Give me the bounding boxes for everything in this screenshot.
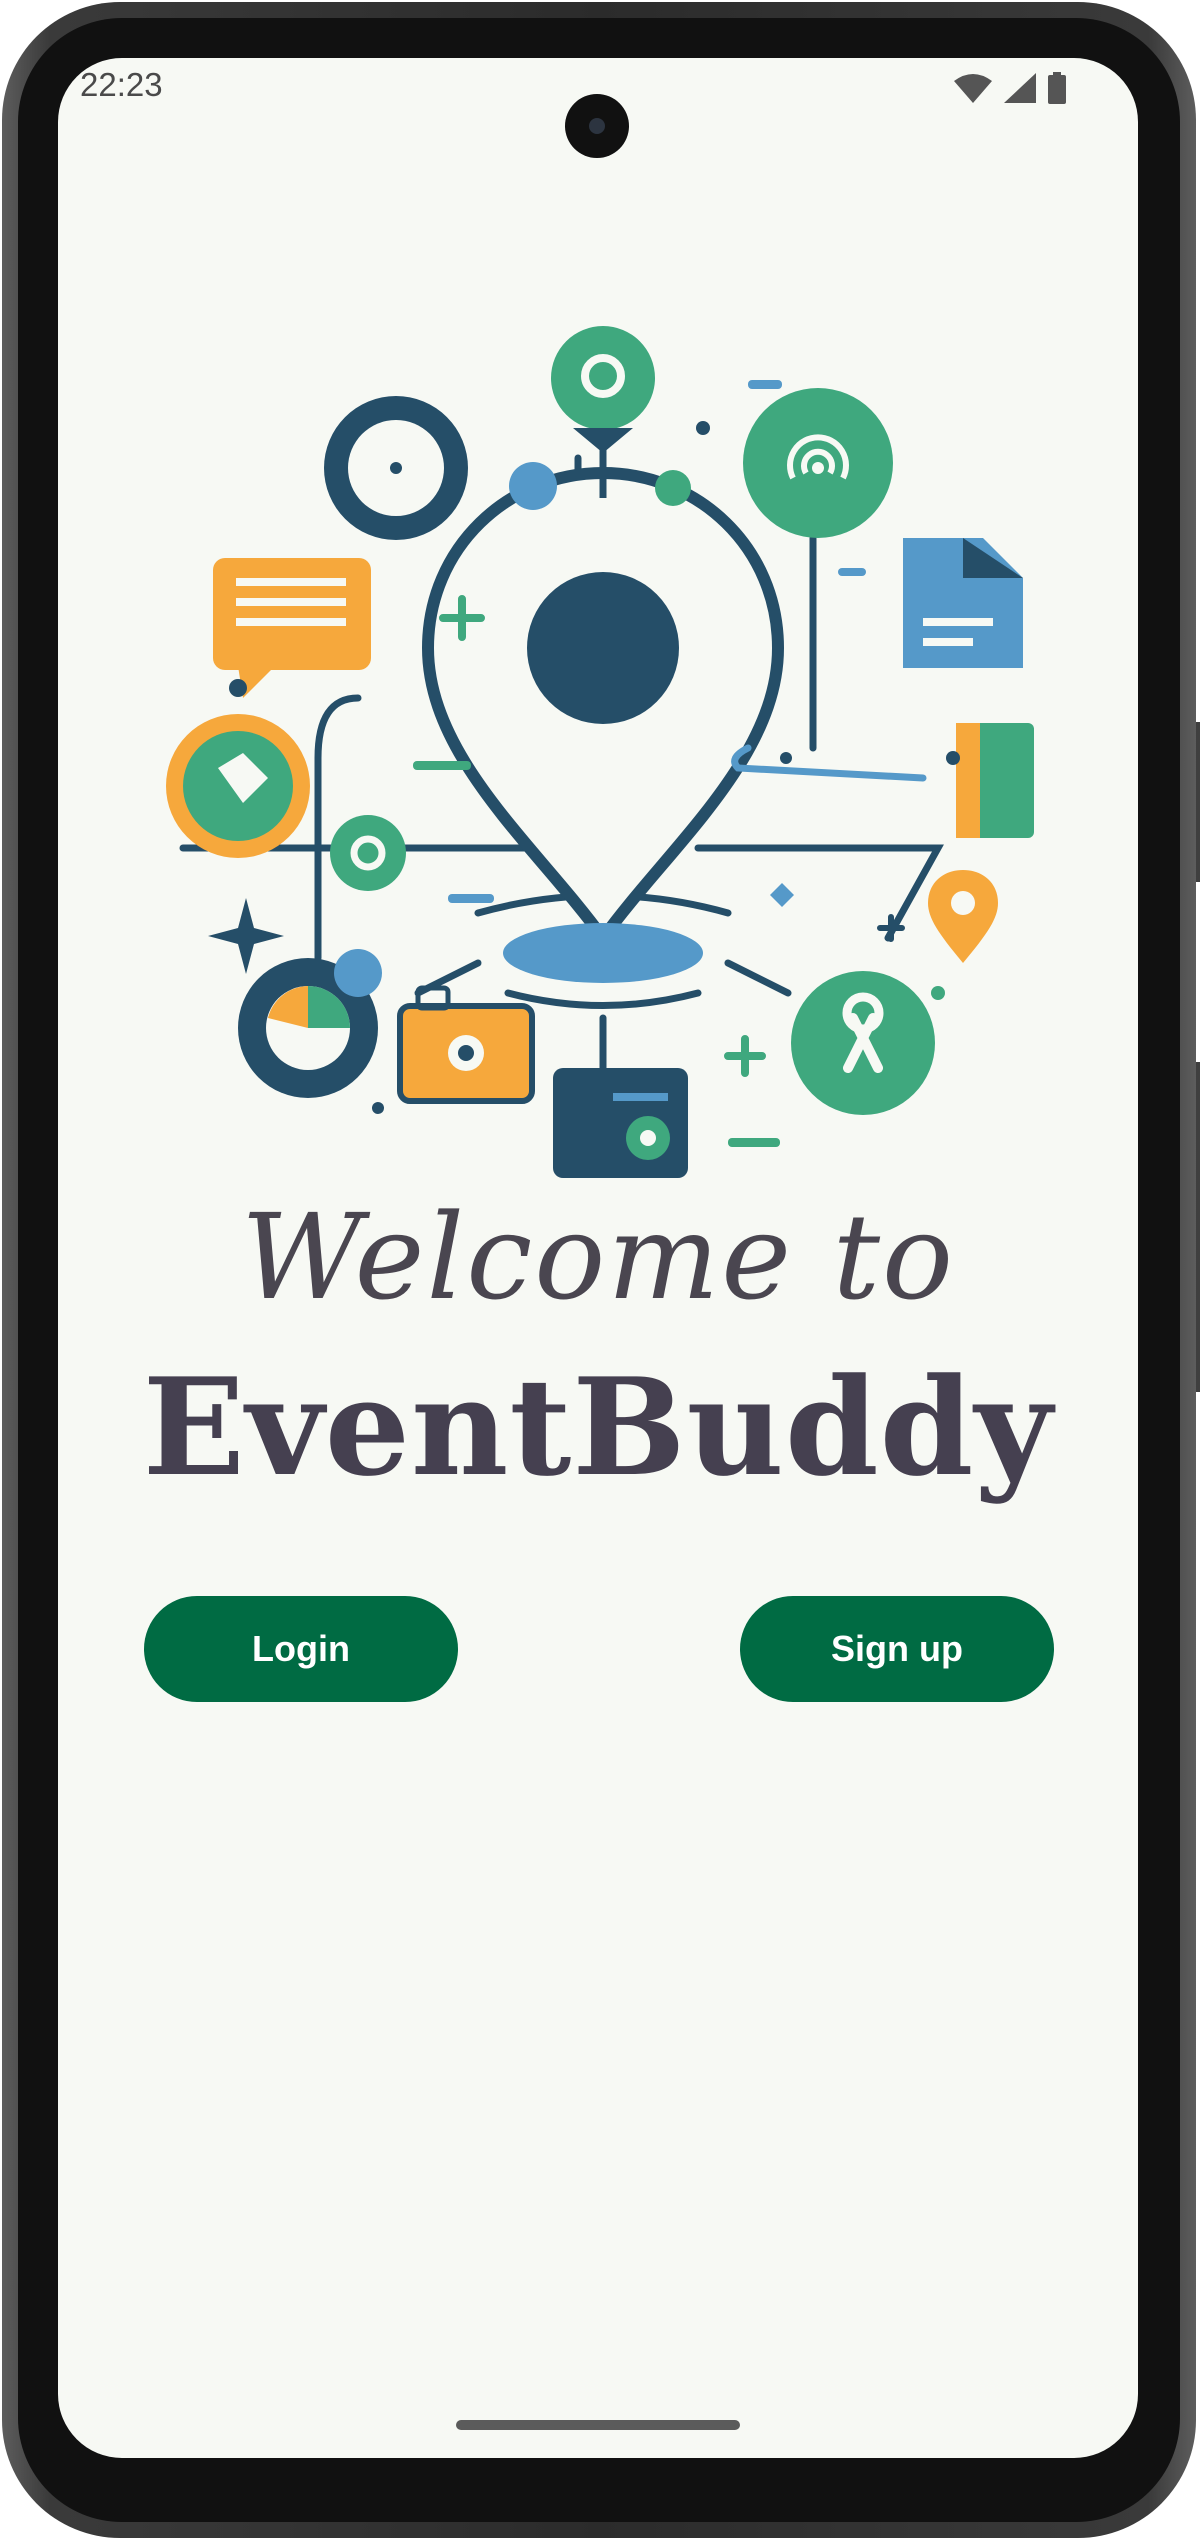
event-illustration [166, 326, 1034, 1178]
login-button[interactable]: Login [144, 1596, 458, 1702]
small-pin-icon [928, 870, 998, 963]
home-indicator[interactable] [456, 2420, 740, 2430]
power-button [1196, 722, 1200, 882]
app-screen: 22:23 Welcome to EventBuddy Login Sign u… [58, 58, 1138, 2458]
signup-button[interactable]: Sign up [740, 1596, 1054, 1702]
chat-icon [213, 558, 371, 670]
app-name: EventBuddy [142, 1348, 1054, 1506]
welcome-text: Welcome to [240, 1188, 956, 1326]
volume-button [1196, 1062, 1200, 1392]
wallet-icon [553, 1068, 688, 1178]
